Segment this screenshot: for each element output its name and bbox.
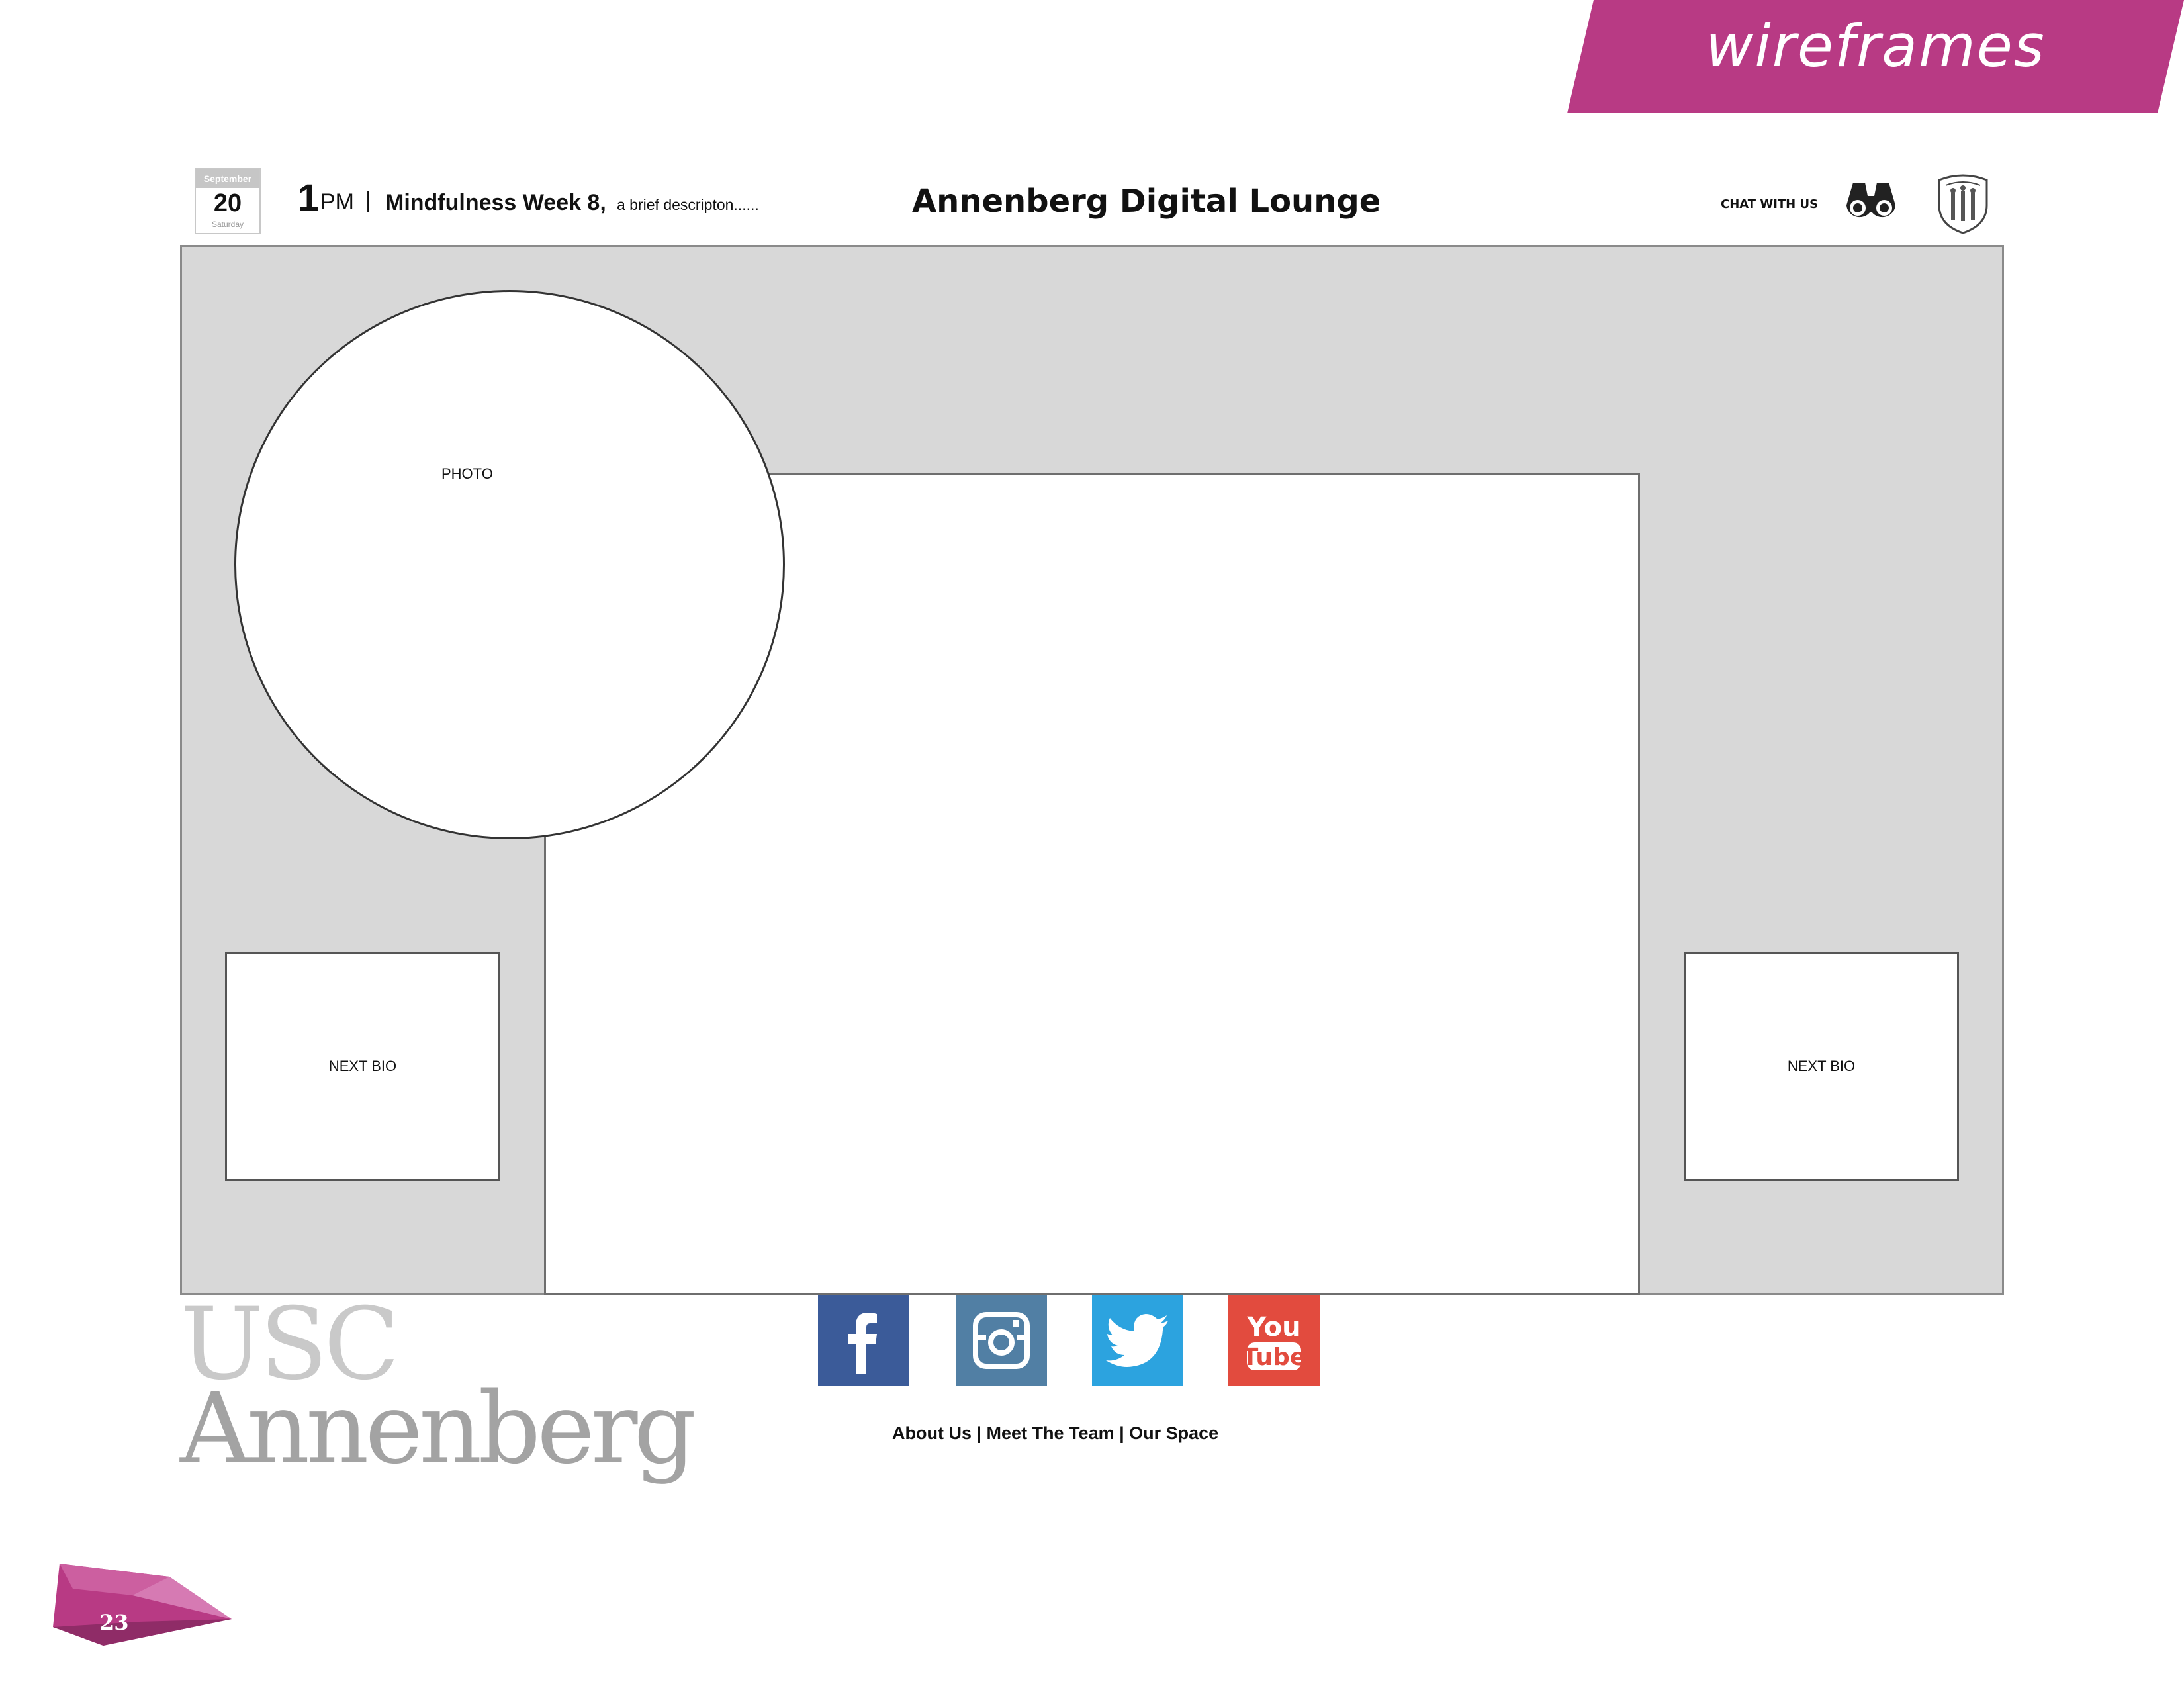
next-bio-right-button[interactable]: NEXT BIO <box>1684 952 1959 1181</box>
binoculars-icon[interactable] <box>1844 179 1898 221</box>
calendar-day: 20 <box>213 189 242 217</box>
next-bio-left-button[interactable]: NEXT BIO <box>225 952 500 1181</box>
calendar-date-icon: September 20 Saturday <box>195 168 261 234</box>
page-corner-graphic <box>53 1564 232 1646</box>
usc-seal-icon[interactable] <box>1936 171 1989 234</box>
footer-links[interactable]: About Us | Meet The Team | Our Space <box>892 1423 1218 1444</box>
facebook-icon[interactable] <box>818 1295 909 1386</box>
logo-line-annenberg: Annenberg <box>180 1372 696 1485</box>
calendar-month: September <box>196 169 259 188</box>
banner-label: wireframes <box>1706 12 2046 80</box>
twitter-icon[interactable] <box>1092 1295 1183 1386</box>
page-number: 23 <box>99 1610 129 1635</box>
next-bio-left-label: NEXT BIO <box>328 1058 397 1074</box>
usc-annenberg-logo: USC Annenberg <box>180 1295 696 1481</box>
event-time-hour: 1 <box>298 177 320 220</box>
instagram-icon[interactable] <box>956 1295 1047 1386</box>
event-title[interactable]: Mindfulness Week 8, <box>385 190 606 216</box>
chat-with-us-link[interactable]: CHAT WITH US <box>1721 197 1818 211</box>
event-time-ampm: PM <box>320 189 354 214</box>
photo-label: PHOTO <box>441 465 493 482</box>
youtube-you-text: You <box>1246 1312 1300 1342</box>
youtube-tube-text: Tube <box>1242 1344 1306 1371</box>
photo-placeholder: PHOTO <box>234 290 785 839</box>
site-title[interactable]: Annenberg Digital Lounge <box>912 183 1381 220</box>
header-separator: | <box>365 188 371 213</box>
event-description: a brief descripton...... <box>617 196 759 213</box>
section-banner: wireframes <box>1567 0 2184 113</box>
youtube-icon[interactable]: You Tube <box>1228 1295 1320 1386</box>
next-bio-right-label: NEXT BIO <box>1787 1058 1856 1074</box>
calendar-weekday: Saturday <box>211 220 244 229</box>
